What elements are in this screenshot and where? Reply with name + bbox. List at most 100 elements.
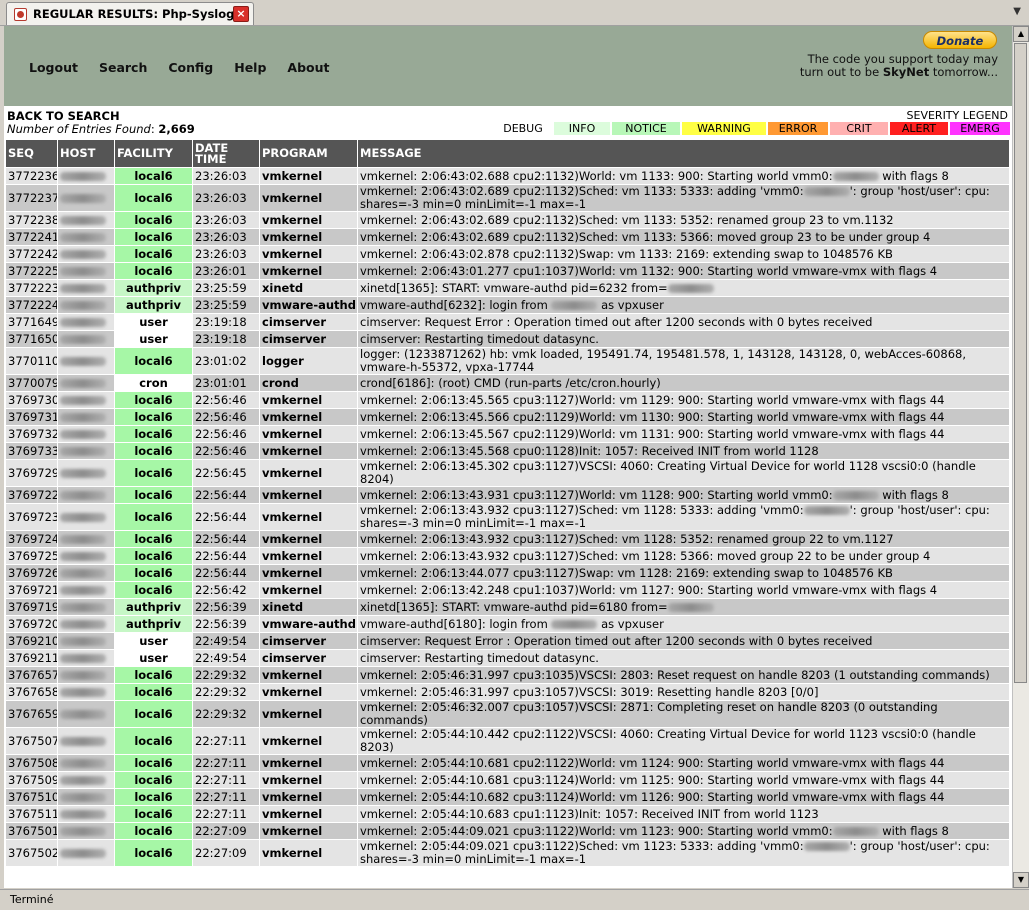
donate-button[interactable]: Donate [923,31,997,49]
table-row[interactable]: 3767657 local6 22:29:32 vmkernel vmkernel: 2… [6,667,1009,683]
cell-datetime[interactable]: 22:29:32 [193,667,259,683]
cell-message[interactable]: vmkernel: 2:05:44:10.682 cpu3:1124)World… [358,789,1009,805]
table-row[interactable]: 3769730 local6 22:56:46 vmkernel vmkernel: 2… [6,392,1009,408]
cell-program[interactable]: vmkernel [260,229,357,245]
cell-message[interactable]: vmkernel: 2:05:46:31.997 cpu3:1035)VSCSI… [358,667,1009,683]
cell-facility[interactable]: local6 [115,504,192,530]
table-row[interactable]: 3769731 local6 22:56:46 vmkernel vmkernel: 2… [6,409,1009,425]
cell-datetime[interactable]: 22:29:32 [193,701,259,727]
cell-seq[interactable]: 3769733 [6,443,57,459]
cell-datetime[interactable]: 22:27:11 [193,806,259,822]
cell-datetime[interactable]: 22:49:54 [193,650,259,666]
cell-host[interactable] [58,331,114,347]
cell-seq[interactable]: 3767511 [6,806,57,822]
cell-seq[interactable]: 3772238 [6,212,57,228]
cell-message[interactable]: vmkernel: 2:06:43:02.689 cpu2:1132)Sched… [358,212,1009,228]
cell-datetime[interactable]: 22:56:46 [193,426,259,442]
table-row[interactable]: 3772223 authpriv 23:25:59 xinetd xinetd[1365… [6,280,1009,296]
table-row[interactable]: 3767508 local6 22:27:11 vmkernel vmkernel: 2… [6,755,1009,771]
table-row[interactable]: 3772237 local6 23:26:03 vmkernel vmkernel: 2… [6,185,1009,211]
cell-facility[interactable]: local6 [115,409,192,425]
table-row[interactable]: 3772242 local6 23:26:03 vmkernel vmkernel: 2… [6,246,1009,262]
col-facility[interactable]: FACILITY [115,140,192,167]
cell-message[interactable]: vmkernel: 2:06:43:02.878 cpu2:1132)Swap:… [358,246,1009,262]
cell-program[interactable]: vmkernel [260,755,357,771]
table-row[interactable]: 3767511 local6 22:27:11 vmkernel vmkernel: 2… [6,806,1009,822]
cell-seq[interactable]: 3767501 [6,823,57,839]
cell-program[interactable]: vmkernel [260,667,357,683]
cell-host[interactable] [58,246,114,262]
table-row[interactable]: 3772225 local6 23:26:01 vmkernel vmkernel: 2… [6,263,1009,279]
cell-host[interactable] [58,728,114,754]
cell-message[interactable]: vmware-authd[6180]: login from as vpxuse… [358,616,1009,632]
cell-facility[interactable]: local6 [115,806,192,822]
cell-message[interactable]: vmkernel: 2:06:13:43.932 cpu3:1127)Sched… [358,531,1009,547]
table-row[interactable]: 3770110 local6 23:01:02 logger logger: (1233… [6,348,1009,374]
cell-facility[interactable]: local6 [115,772,192,788]
cell-program[interactable]: logger [260,348,357,374]
cell-datetime[interactable]: 22:56:44 [193,548,259,564]
cell-facility[interactable]: local6 [115,840,192,866]
table-row[interactable]: 3769720 authpriv 22:56:39 vmware-authd vmwar… [6,616,1009,632]
cell-datetime[interactable]: 22:56:45 [193,460,259,486]
cell-message[interactable]: crond[6186]: (root) CMD (run-parts /etc/… [358,375,1009,391]
table-row[interactable]: 3769732 local6 22:56:46 vmkernel vmkernel: 2… [6,426,1009,442]
cell-host[interactable] [58,314,114,330]
cell-host[interactable] [58,650,114,666]
cell-host[interactable] [58,684,114,700]
cell-datetime[interactable]: 22:27:11 [193,728,259,754]
close-icon[interactable]: × [233,6,249,22]
cell-program[interactable]: vmkernel [260,548,357,564]
nav-config[interactable]: Config [168,60,213,75]
col-program[interactable]: PROGRAM [260,140,357,167]
cell-datetime[interactable]: 22:56:42 [193,582,259,598]
cell-facility[interactable]: user [115,633,192,649]
table-row[interactable]: 3769733 local6 22:56:46 vmkernel vmkernel: 2… [6,443,1009,459]
cell-facility[interactable]: local6 [115,460,192,486]
cell-facility[interactable]: user [115,331,192,347]
table-row[interactable]: 3769729 local6 22:56:45 vmkernel vmkernel: 2… [6,460,1009,486]
cell-program[interactable]: vmkernel [260,531,357,547]
cell-program[interactable]: xinetd [260,599,357,615]
cell-message[interactable]: xinetd[1365]: START: vmware-authd pid=61… [358,599,1009,615]
cell-datetime[interactable]: 22:56:39 [193,616,259,632]
col-message[interactable]: MESSAGE [358,140,1009,167]
cell-host[interactable] [58,460,114,486]
cell-program[interactable]: vmkernel [260,246,357,262]
cell-host[interactable] [58,755,114,771]
cell-datetime[interactable]: 23:19:18 [193,314,259,330]
cell-message[interactable]: vmkernel: 2:05:46:32.007 cpu3:1057)VSCSI… [358,701,1009,727]
cell-seq[interactable]: 3767510 [6,789,57,805]
cell-host[interactable] [58,582,114,598]
cell-facility[interactable]: local6 [115,582,192,598]
cell-host[interactable] [58,667,114,683]
cell-host[interactable] [58,348,114,374]
table-row[interactable]: 3769725 local6 22:56:44 vmkernel vmkernel: 2… [6,548,1009,564]
cell-facility[interactable]: local6 [115,789,192,805]
cell-program[interactable]: vmkernel [260,806,357,822]
table-row[interactable]: 3772236 local6 23:26:03 vmkernel vmkernel: 2… [6,168,1009,184]
cell-program[interactable]: vmkernel [260,582,357,598]
scrollbar-thumb[interactable] [1014,43,1027,683]
cell-host[interactable] [58,487,114,503]
cell-program[interactable]: vmkernel [260,460,357,486]
cell-seq[interactable]: 3767507 [6,728,57,754]
cell-program[interactable]: vmkernel [260,168,357,184]
cell-datetime[interactable]: 23:26:03 [193,185,259,211]
cell-host[interactable] [58,185,114,211]
nav-help[interactable]: Help [234,60,266,75]
cell-datetime[interactable]: 23:01:02 [193,348,259,374]
cell-datetime[interactable]: 22:56:44 [193,565,259,581]
cell-host[interactable] [58,229,114,245]
cell-program[interactable]: vmkernel [260,772,357,788]
cell-facility[interactable]: user [115,650,192,666]
cell-seq[interactable]: 3769722 [6,487,57,503]
cell-datetime[interactable]: 22:56:39 [193,599,259,615]
col-seq[interactable]: SEQ [6,140,57,167]
cell-message[interactable]: vmkernel: 2:06:13:43.932 cpu3:1127)Sched… [358,504,1009,530]
cell-facility[interactable]: local6 [115,348,192,374]
cell-program[interactable]: vmkernel [260,701,357,727]
cell-facility[interactable]: local6 [115,392,192,408]
cell-datetime[interactable]: 23:01:01 [193,375,259,391]
cell-message[interactable]: vmkernel: 2:06:13:43.932 cpu3:1127)Sched… [358,548,1009,564]
